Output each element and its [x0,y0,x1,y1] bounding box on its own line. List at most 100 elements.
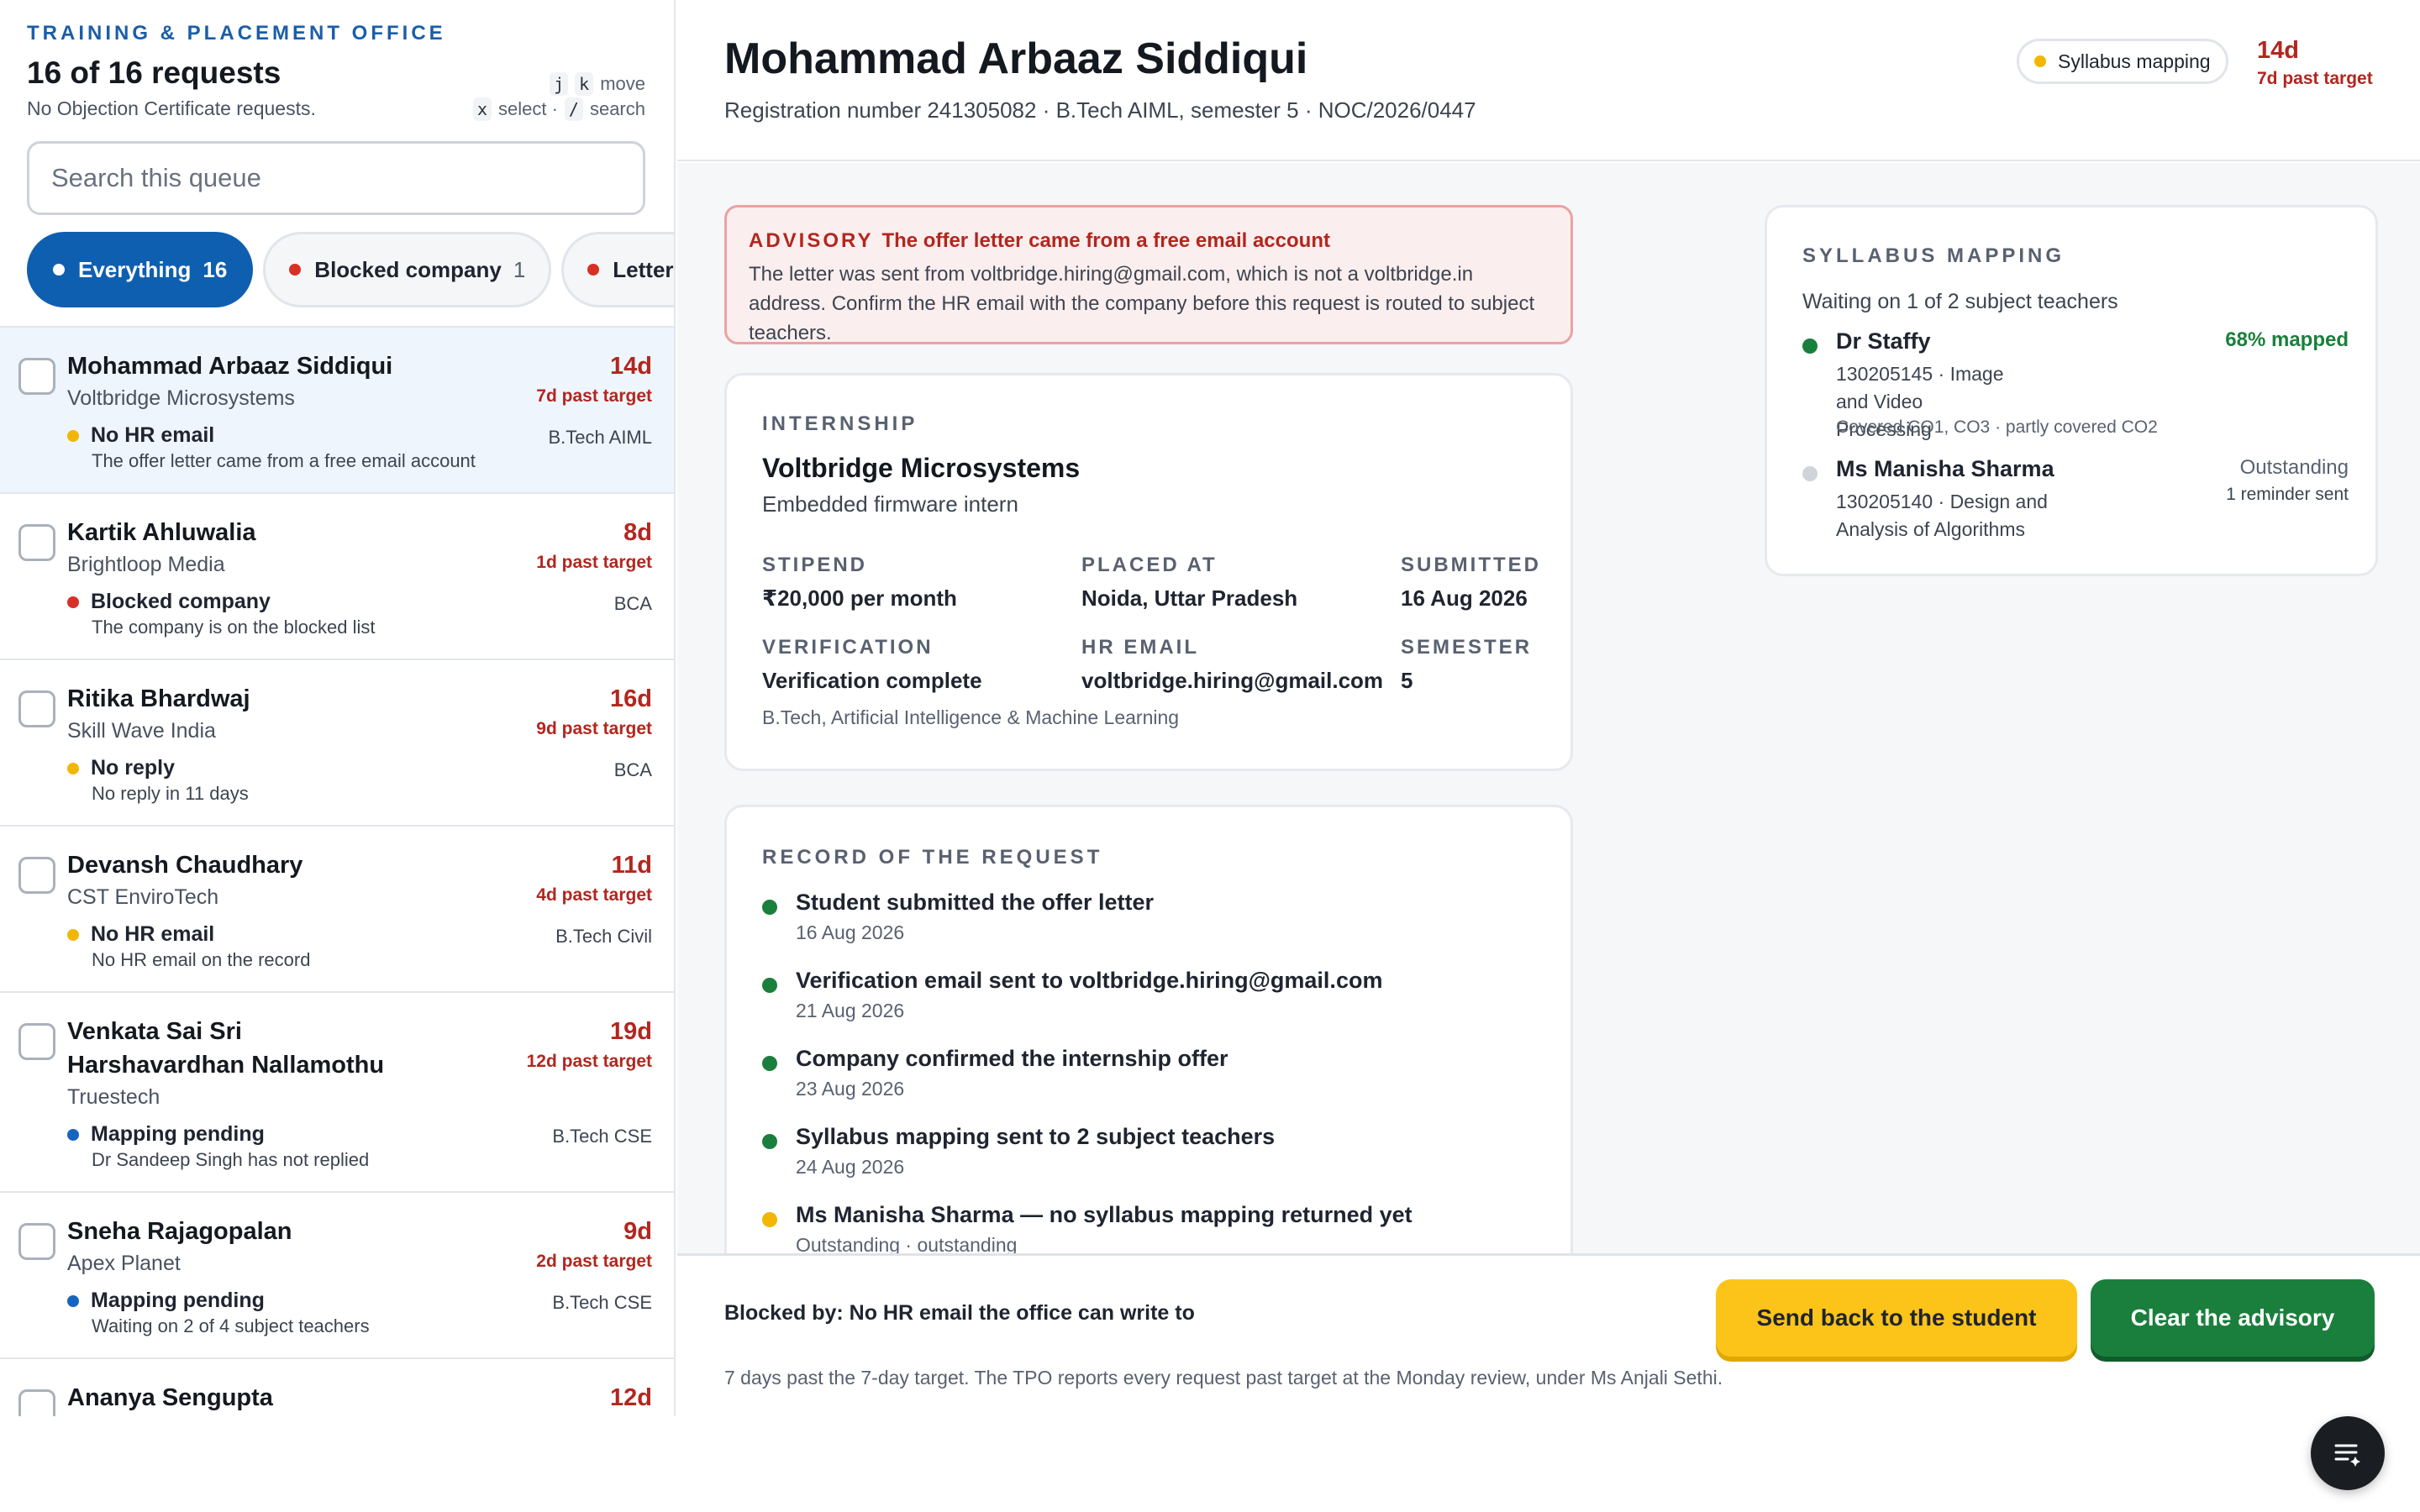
event-date: 16 Aug 2026 [796,921,905,943]
submitted-value: 16 Aug 2026 [1401,585,1528,611]
stage-label: Syllabus mapping [2058,50,2211,72]
event-dot [762,978,777,993]
request-age: 8d [623,519,652,546]
company-name: Voltbridge Microsystems [67,386,295,410]
event-date: 24 Aug 2026 [796,1156,905,1178]
status: No reply [67,756,175,780]
search-label: search [589,98,645,119]
student-name: Ananya Sengupta [67,1384,273,1411]
past-target: 7d past target [2257,69,2373,88]
request-detail: ADVISORY The offer letter came from a fre… [677,163,2420,1253]
stage-badge: Syllabus mapping [2017,39,2228,84]
event-date: 21 Aug 2026 [796,1000,905,1021]
request-row[interactable]: Kartik Ahluwalia Brightloop Media 8d 1d … [0,494,674,660]
program: B.Tech AIML [548,427,652,448]
event-title: Ms Manisha Sharma — no syllabus mapping … [796,1202,1413,1227]
action-bar: Blocked by: No HR email the office can w… [677,1253,2420,1416]
request-row[interactable]: Ritika Bhardwaj Skill Wave India 16d 9d … [0,660,674,827]
request-row[interactable]: Devansh Chaudhary CST EnviroTech 11d 4d … [0,827,674,993]
program-full: B.Tech, Artificial Intelligence & Machin… [762,706,1180,728]
teacher-coverage: Covered CO1, CO3 · partly covered CO2 [1836,417,2158,437]
filter-blocked-company[interactable]: Blocked company 1 [263,232,552,307]
status-detail: No reply in 11 days [92,783,249,804]
status-dot [67,928,79,941]
status-detail: Waiting on 2 of 4 subject teachers [92,1315,370,1336]
verification-value: Verification complete [762,668,982,693]
row-checkbox[interactable] [18,524,55,561]
company-name: Apex Planet [67,1252,181,1275]
status-label: No reply [91,756,176,780]
status-detail: The offer letter came from a free email … [92,450,476,471]
row-checkbox[interactable] [18,1223,55,1260]
teacher-name: Dr Staffy [1836,328,1931,354]
past-target: 9d past target [536,719,652,738]
send-back-button[interactable]: Send back to the student [1716,1279,2077,1357]
teacher-row: Dr Staffy 130205145 · Image and Video Pr… [1802,328,2349,446]
status-detail: No HR email on the record [92,949,311,970]
event-title: Company confirmed the internship offer [796,1046,1228,1071]
status-detail: The company is on the blocked list [92,617,376,638]
program: BCA [613,593,652,614]
filter-everything[interactable]: Everything 16 [27,232,254,307]
request-row[interactable]: Sneha Rajagopalan Apex Planet 9d 2d past… [0,1193,674,1359]
status: No HR email [67,423,214,448]
program: B.Tech Civil [555,926,652,947]
request-age: 14d [2257,37,2299,64]
blocked-text: No HR email the office can write to [849,1301,1195,1325]
program: B.Tech CSE [552,1292,652,1313]
status-dot [67,1294,79,1307]
row-checkbox[interactable] [18,1389,55,1416]
record-card: RECORD OF THE REQUEST Student submitted … [724,805,1573,1253]
teacher-name: Ms Manisha Sharma [1836,456,2054,481]
request-row[interactable]: Ananya Sengupta 12d [0,1359,674,1416]
request-header: Mohammad Arbaaz Siddiqui Registration nu… [677,0,2420,161]
submitted-label: SUBMITTED [1401,554,1541,576]
section-title: SYLLABUS MAPPING [1802,244,2065,267]
status: Blocked company [67,590,271,614]
row-checkbox[interactable] [18,857,55,894]
student-name: Devansh Chaudhary [67,852,303,879]
select-label: select · [497,98,558,119]
request-age: 11d [611,852,652,879]
request-row[interactable]: Venkata Sai Sri Harshavardhan Nallamothu… [0,993,674,1193]
section-title: INTERNSHIP [762,412,918,435]
section-title: RECORD OF THE REQUEST [762,846,1103,869]
teacher-subject: 130205140 · Design and Analysis of Algor… [1836,491,2048,540]
row-checkbox[interactable] [18,358,55,395]
filter-letter-unreadable[interactable]: Letter unre [561,232,674,307]
company-name: Brightloop Media [67,553,225,576]
filter-dot [587,264,600,276]
key-slash: / [564,97,583,121]
filter-label: Everything [78,256,192,282]
student-name: Mohammad Arbaaz Siddiqui [67,353,393,380]
shortcut-select-search-hint: x select · / search [472,97,645,121]
advisory-tag: ADVISORY [749,229,874,252]
teacher-status-dot [1802,466,1818,481]
event-title: Syllabus mapping sent to 2 subject teach… [796,1124,1276,1149]
student-meta: Registration number 241305082 · B.Tech A… [724,97,1476,123]
event-dot [762,1134,777,1149]
status-dot [67,762,79,774]
semester-label: SEMESTER [1401,636,1533,659]
status-label: Blocked company [91,590,271,613]
filter-count: 16 [203,256,228,282]
past-target: 12d past target [526,1052,652,1071]
student-title: Mohammad Arbaaz Siddiqui [724,34,1308,83]
student-name: Kartik Ahluwalia [67,519,256,546]
row-checkbox[interactable] [18,690,55,727]
filter-list-icon[interactable] [2311,1416,2385,1490]
filter-chips: Everything 16 Blocked company 1 Letter u… [27,232,674,309]
row-checkbox[interactable] [18,1023,55,1060]
advisory-heading: ADVISORY The offer letter came from a fre… [749,229,1549,253]
syllabus-mapping-card: SYLLABUS MAPPING Waiting on 1 of 2 subje… [1765,205,2378,576]
placed-value: Noida, Uttar Pradesh [1081,585,1298,611]
request-row[interactable]: Mohammad Arbaaz Siddiqui Voltbridge Micr… [0,328,674,494]
syllabus-subtitle: Waiting on 1 of 2 subject teachers [1802,290,2118,313]
queue-search-input[interactable] [27,141,645,215]
placed-label: PLACED AT [1081,554,1218,576]
target-note: 7 days past the 7-day target. The TPO re… [724,1367,1723,1389]
status: Mapping pending [67,1122,265,1147]
clear-advisory-button[interactable]: Clear the advisory [2091,1279,2375,1357]
mapping-result: 68% mapped [2225,328,2349,351]
past-target: 1d past target [536,553,652,572]
